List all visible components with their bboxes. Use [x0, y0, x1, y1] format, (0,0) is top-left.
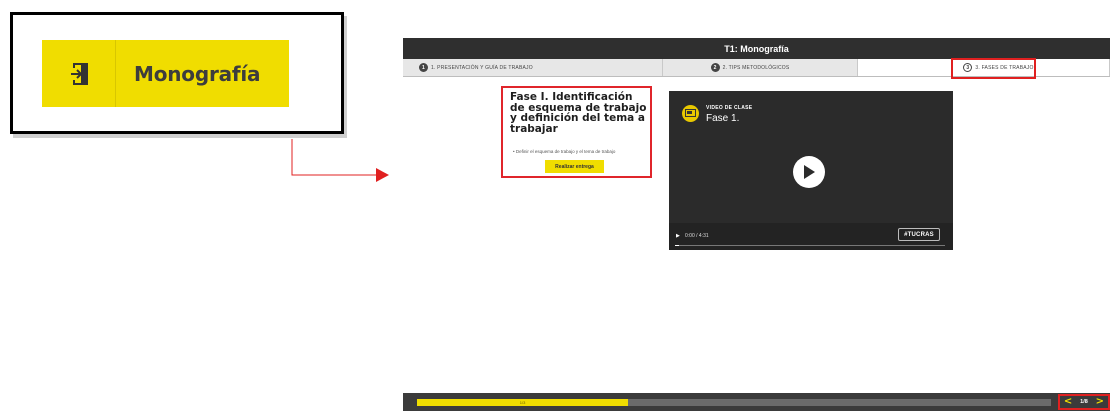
phase-bullet: • Definir el esquema de trabajo y el tem…: [513, 149, 616, 154]
callout-panel: Monografía: [10, 12, 344, 134]
course-progress-bar: 1/3: [417, 399, 1051, 406]
video-class-icon: [682, 105, 699, 122]
video-title: Fase 1.: [706, 113, 740, 124]
realizar-entrega-button[interactable]: Realizar entrega: [545, 160, 604, 173]
control-play-icon[interactable]: ▶: [676, 233, 680, 239]
exit-door-icon: [42, 40, 116, 107]
app-window: T1: Monografía 1 1. Presentación y guía …: [403, 38, 1110, 411]
tab-number-icon: 1: [419, 63, 428, 72]
video-seek-bar[interactable]: [675, 245, 945, 246]
tab-label: 2. Tips metodológicos: [722, 64, 790, 71]
next-page-button[interactable]: >: [1096, 397, 1104, 407]
video-time: 0:00 / 4:31: [685, 233, 709, 239]
monografia-label: Monografía: [134, 61, 261, 86]
tab-label: 1. Presentación y guía de trabajo: [431, 64, 533, 71]
video-controls: ▶ 0:00 / 4:31 #TUCRAS: [669, 223, 953, 250]
monografia-menu-item[interactable]: Monografía: [42, 40, 289, 107]
video-watermark: #TUCRAS: [898, 228, 940, 241]
tab-presentacion[interactable]: 1 1. Presentación y guía de trabajo: [403, 59, 663, 76]
phase-title: Fase I. Identificación de esquema de tra…: [510, 91, 647, 135]
bottom-bar: 1/3 < 1/8 >: [403, 393, 1110, 411]
phase-bullet-text: Definir el esquema de trabajo y el tema …: [515, 149, 616, 154]
play-icon: [804, 165, 815, 179]
course-progress-fill: 1/3: [417, 399, 629, 406]
video-kicker: VIDEO DE CLASE: [706, 105, 753, 111]
page-counter: 1/8: [1080, 399, 1088, 405]
tab-number-icon: 2: [710, 63, 720, 72]
app-title-bar: T1: Monografía: [403, 38, 1110, 59]
page-nav-highlight: < 1/8 >: [1058, 394, 1110, 410]
tab-highlight-box: [951, 58, 1036, 79]
video-player[interactable]: VIDEO DE CLASE Fase 1. ▶ 0:00 / 4:31 #TU…: [669, 91, 953, 250]
tab-tips[interactable]: 2 2. Tips metodológicos: [663, 59, 858, 76]
play-button[interactable]: [793, 156, 825, 188]
phase-card: Fase I. Identificación de esquema de tra…: [501, 86, 652, 178]
prev-page-button[interactable]: <: [1064, 397, 1072, 407]
app-title: T1: Monografía: [724, 43, 789, 54]
